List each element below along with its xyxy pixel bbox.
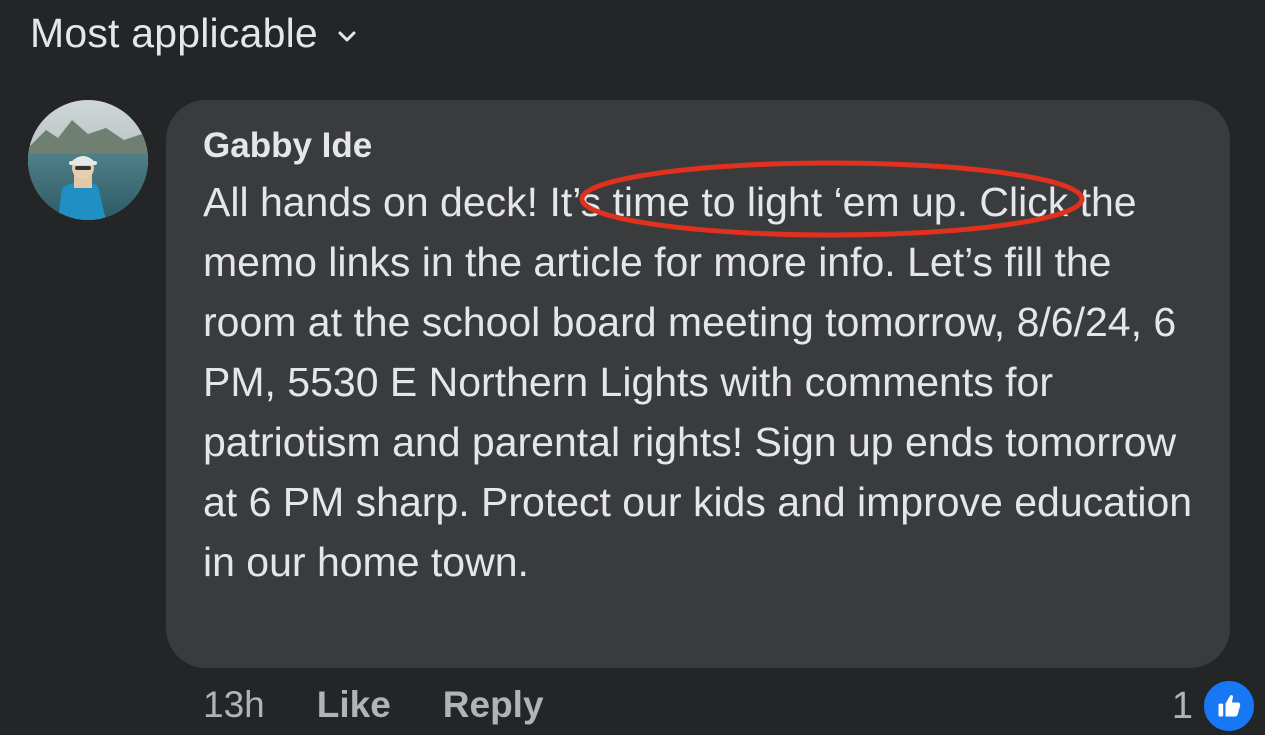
reaction-summary[interactable]: 1 [1172, 678, 1257, 734]
like-button[interactable]: Like [317, 684, 391, 726]
comment-text-highlighted: It’s time to light ‘em up [549, 179, 957, 225]
comment-timestamp[interactable]: 13h [203, 684, 265, 726]
thumbs-up-icon [1201, 678, 1257, 734]
chevron-down-icon [336, 26, 358, 48]
comment-bubble: Gabby Ide All hands on deck! It’s time t… [166, 100, 1230, 668]
comment-text: All hands on deck! It’s time to light ‘e… [203, 172, 1213, 592]
comment-author[interactable]: Gabby Ide [203, 126, 372, 166]
sort-dropdown[interactable]: Most applicable [30, 10, 358, 57]
comment-text-after: . Click the memo links in the article fo… [203, 179, 1193, 585]
comment-text-before: All hands on deck! [203, 179, 550, 225]
comments-panel: Most applicable Gabby Ide All hands on d… [0, 0, 1265, 735]
avatar[interactable] [28, 100, 148, 220]
reply-button[interactable]: Reply [443, 684, 544, 726]
comment-actions: 13h Like Reply [203, 684, 596, 726]
sort-label: Most applicable [30, 10, 318, 56]
reaction-count: 1 [1171, 684, 1193, 727]
